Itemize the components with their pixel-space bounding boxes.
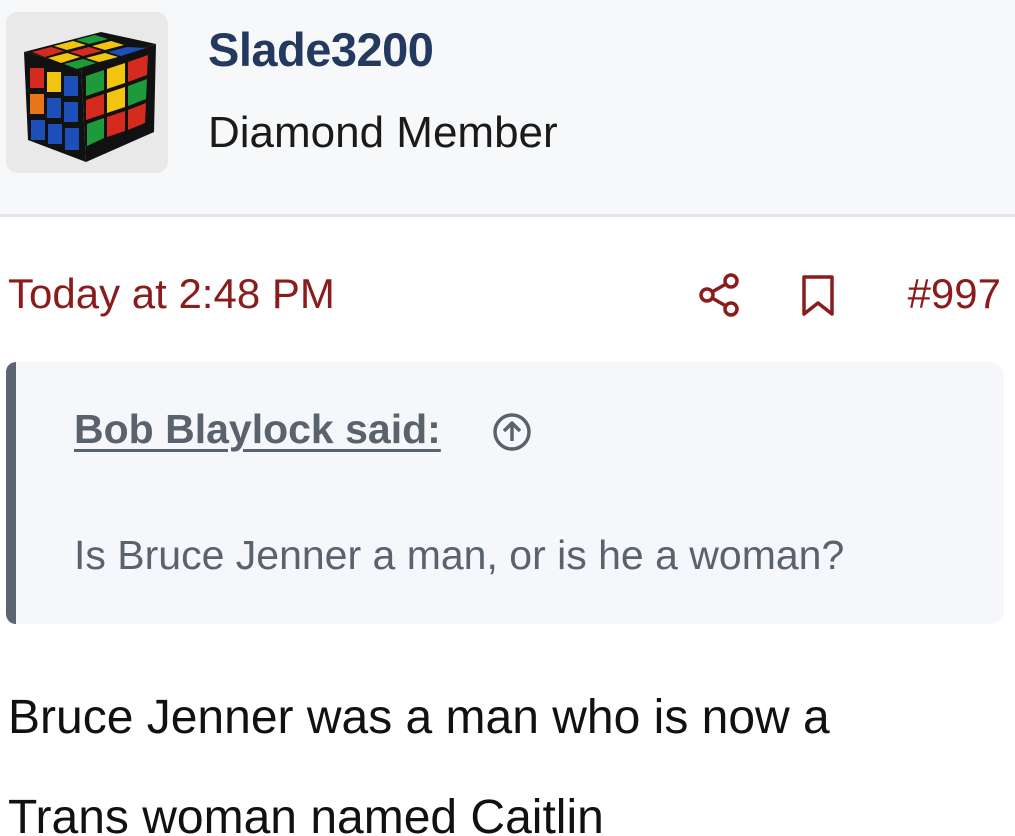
quote-attribution: Bob Blaylock said:	[74, 406, 531, 458]
post-timestamp[interactable]: Today at 2:48 PM	[8, 270, 335, 318]
post-number[interactable]: #997	[908, 270, 1001, 318]
forum-post: Slade3200 Diamond Member Today at 2:48 P…	[0, 0, 1015, 836]
user-title: Diamond Member	[208, 108, 558, 157]
rubiks-cube-avatar-image	[6, 12, 168, 173]
username[interactable]: Slade3200	[208, 22, 434, 77]
bookmark-icon[interactable]	[800, 274, 836, 318]
quote-block: Bob Blaylock said: Is Bruce Jenner a man…	[6, 362, 1004, 624]
post-meta: Today at 2:48 PM #997	[0, 262, 1015, 322]
share-icon[interactable]	[697, 272, 743, 318]
arrow-up-circle-icon[interactable]	[492, 412, 532, 452]
quote-text: Is Bruce Jenner a man, or is he a woman?	[74, 532, 845, 578]
post-body-line: Bruce Jenner was a man who is now a	[8, 691, 830, 744]
quote-author-link[interactable]: Bob Blaylock said:	[74, 406, 441, 452]
post-body: Bruce Jenner was a man who is now a Tran…	[8, 668, 1008, 836]
post-user-header: Slade3200 Diamond Member	[0, 0, 1015, 217]
post-body-line: Trans woman named Caitlin	[8, 791, 604, 836]
avatar[interactable]	[6, 12, 168, 173]
